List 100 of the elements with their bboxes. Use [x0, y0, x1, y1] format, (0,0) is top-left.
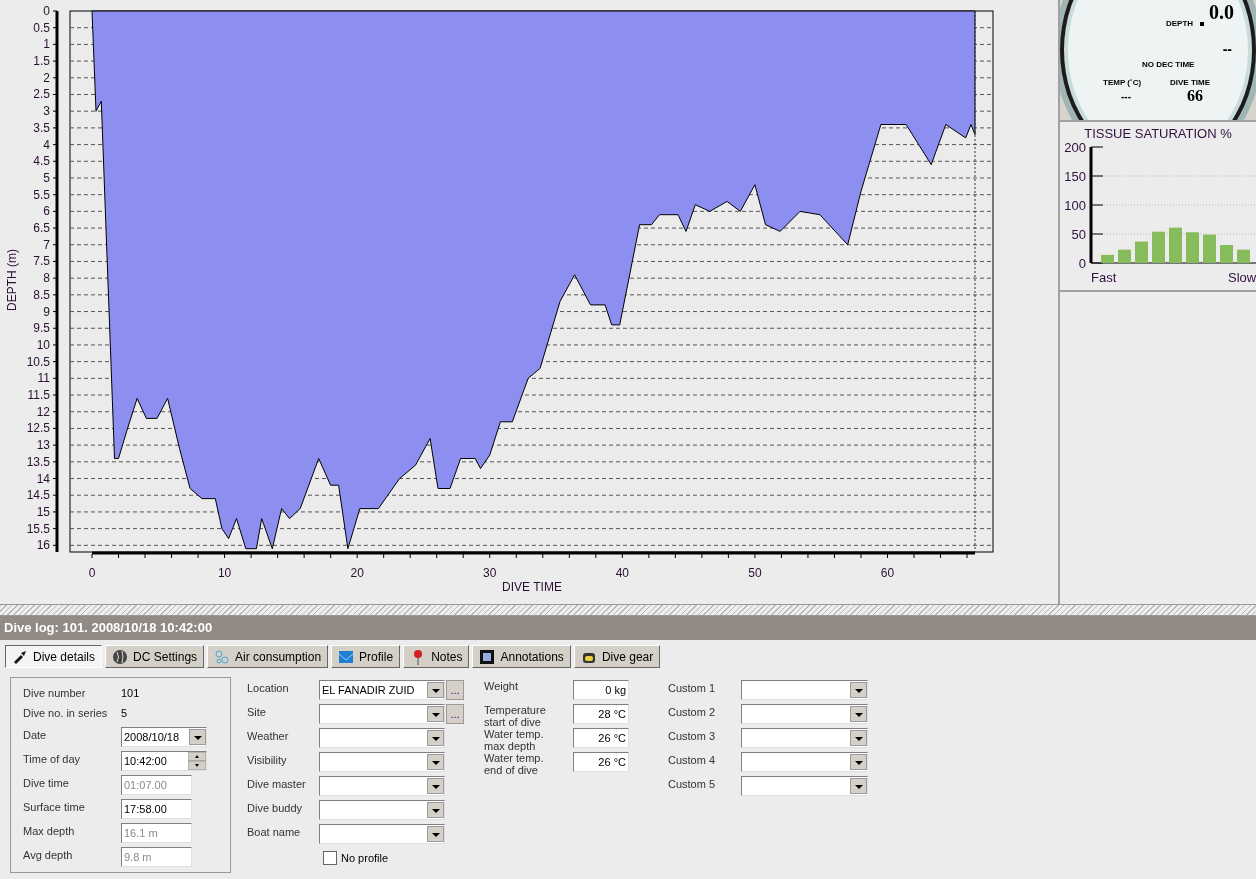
deco-label: NO DEC TIME	[1142, 61, 1195, 69]
tab[interactable]: Profile	[331, 645, 401, 668]
slow-label: Slow	[1228, 271, 1256, 284]
y-tick-label: 9	[43, 304, 50, 319]
dropdown[interactable]	[741, 752, 868, 772]
y-tick-label: 100	[1064, 198, 1086, 213]
y-tick-label: 3.5	[33, 120, 50, 135]
film-icon	[479, 648, 496, 665]
time-spinner[interactable]: 10:42:00	[121, 751, 207, 771]
dropdown[interactable]	[319, 824, 445, 844]
y-tick-label: 4.5	[33, 154, 50, 169]
tab[interactable]: Dive gear	[573, 645, 661, 668]
field-value: 5	[121, 705, 128, 721]
field-label: Temperature start of dive	[484, 704, 547, 728]
dropdown[interactable]: EL FANADIR ZUID	[319, 680, 445, 700]
tab[interactable]: Air consumption	[207, 645, 329, 668]
globe-icon	[112, 648, 129, 665]
y-tick-label: 0.5	[33, 20, 50, 35]
y-tick-label: 12	[36, 404, 50, 419]
spinner-arrows-icon	[188, 752, 206, 770]
browse-button[interactable]: ...	[446, 704, 464, 724]
y-tick-label: 150	[1064, 169, 1086, 184]
field-label: Location	[247, 681, 290, 696]
y-tick-label: 5.5	[33, 187, 50, 202]
dropdown[interactable]	[741, 680, 868, 700]
field-label: Boat name	[247, 825, 302, 840]
y-tick-label: 7.5	[33, 254, 50, 269]
y-tick-label: 6.5	[33, 221, 50, 236]
tab[interactable]: Dive details	[5, 645, 103, 668]
field-label: Custom 2	[668, 705, 717, 720]
y-tick-label: 9.5	[33, 321, 50, 336]
field-value: 101	[121, 685, 140, 701]
y-tick-label: 12.5	[26, 421, 50, 436]
dropdown[interactable]	[319, 800, 445, 820]
date-dropdown[interactable]: 2008/10/18	[121, 727, 207, 747]
deco-value: --	[1222, 42, 1232, 56]
y-tick-label: 14.5	[26, 488, 50, 503]
y-tick-label: 2.5	[33, 87, 50, 102]
dropdown[interactable]	[319, 752, 445, 772]
x-tick-label: 0	[88, 566, 96, 580]
bar	[1169, 227, 1182, 263]
dropdown[interactable]	[319, 728, 445, 748]
dropdown[interactable]	[741, 728, 868, 748]
unit-icon	[1200, 22, 1204, 26]
y-tick-label: 7	[43, 237, 50, 252]
tab[interactable]: DC Settings	[105, 645, 205, 668]
field-label: Time of day	[23, 752, 82, 767]
y-tick-label: 15	[36, 504, 50, 519]
y-tick-label: 14	[36, 471, 50, 486]
browse-button[interactable]: ...	[446, 680, 464, 700]
field-label: Weather	[247, 729, 290, 744]
text-field[interactable]: 17:58.00	[121, 799, 192, 819]
y-tick-label: 0	[43, 4, 50, 18]
dropdown[interactable]	[741, 704, 868, 724]
y-tick-label: 10.5	[26, 354, 50, 369]
depth-label: DEPTH	[1166, 20, 1194, 28]
chart-title: TISSUE SATURATION %	[1083, 125, 1233, 140]
field-label: Custom 3	[668, 729, 717, 744]
y-tick-label: 10	[36, 337, 50, 352]
y-tick-label: 5	[43, 171, 50, 185]
bar	[1118, 249, 1131, 263]
field-label: Custom 1	[668, 681, 717, 696]
bar	[1220, 245, 1233, 263]
text-field[interactable]: 28 °C	[573, 704, 629, 724]
dive-time-label: DIVE TIME	[1170, 79, 1210, 87]
y-tick-label: 13	[36, 438, 50, 453]
bar	[1135, 241, 1148, 263]
checkbox-label: No profile	[341, 851, 389, 866]
temp-label: TEMP (˚C)	[1103, 79, 1142, 87]
field-label: Avg depth	[23, 848, 74, 863]
dropdown[interactable]	[319, 776, 445, 796]
field-label: Dive no. in series	[23, 705, 109, 721]
y-tick-label: 50	[1071, 227, 1086, 242]
text-field[interactable]: 26 °C	[573, 728, 629, 748]
field-label: Dive time	[23, 776, 70, 791]
y-tick-label: 1	[43, 37, 50, 52]
dropdown[interactable]	[741, 776, 868, 796]
field-label: Custom 4	[668, 753, 717, 768]
tab[interactable]: Notes	[403, 645, 470, 668]
y-tick-label: 6	[43, 204, 50, 219]
y-tick-label: 2	[43, 70, 50, 85]
dive-time-value: 66	[1187, 88, 1203, 104]
tab[interactable]: Annotations	[472, 645, 571, 668]
y-tick-label: 200	[1064, 140, 1086, 155]
field-label: Dive number	[23, 685, 87, 701]
fast-label: Fast	[1091, 271, 1117, 284]
splitter-bar[interactable]	[0, 604, 1256, 616]
dropdown[interactable]	[319, 704, 445, 724]
field-label: Max depth	[23, 824, 76, 839]
bar	[1152, 231, 1165, 263]
profile-icon	[338, 648, 355, 665]
bar	[1186, 232, 1199, 263]
checkbox[interactable]	[323, 851, 337, 866]
field-label: Surface time	[23, 800, 86, 815]
text-field[interactable]: 26 °C	[573, 752, 629, 772]
temp-value: ---	[1121, 92, 1131, 102]
bar	[1203, 234, 1216, 263]
field-label: Weight	[484, 680, 520, 692]
text-field[interactable]: 0 kg	[573, 680, 629, 700]
field-label: Date	[23, 728, 48, 743]
